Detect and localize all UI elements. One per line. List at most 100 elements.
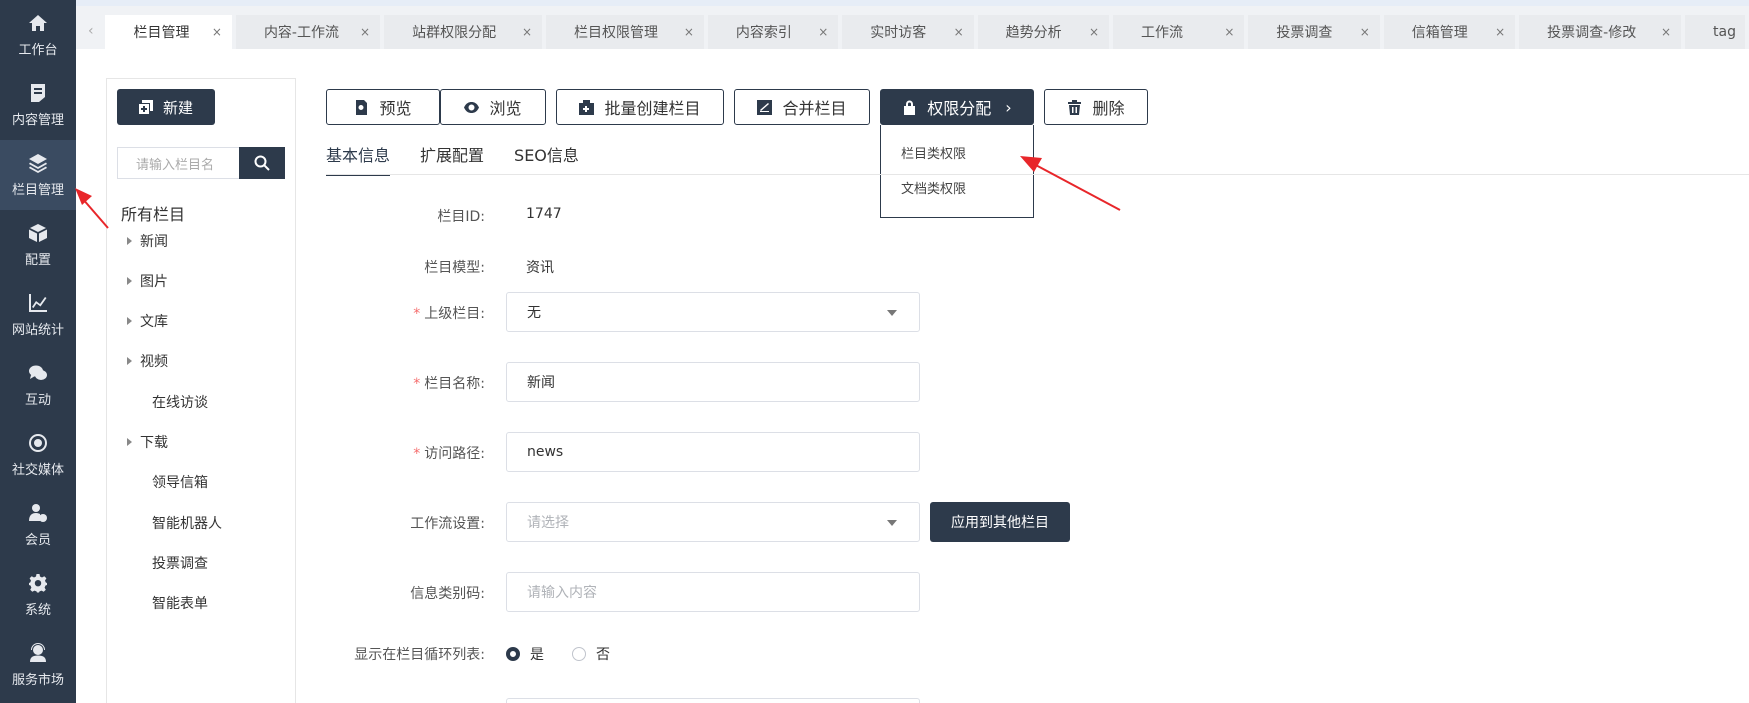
- permission-assign-button[interactable]: 权限分配 ›: [880, 89, 1034, 125]
- access-path-input[interactable]: news: [506, 432, 920, 472]
- nav-label: 内容管理: [11, 112, 64, 128]
- tab-label: 工作流: [1141, 25, 1184, 41]
- column-search-button[interactable]: [239, 147, 285, 179]
- home-icon: [29, 14, 47, 31]
- menu-item-column-permission[interactable]: 栏目类权限: [901, 143, 966, 162]
- radio-dot[interactable]: [506, 647, 520, 661]
- cube-icon: [29, 223, 47, 242]
- tree-node-label: 文库: [140, 314, 168, 330]
- tree-node-leader-mailbox[interactable]: 领导信箱: [152, 472, 208, 492]
- browse-button[interactable]: 浏览: [440, 89, 546, 125]
- tree-node-video[interactable]: 视频: [127, 351, 168, 371]
- close-icon[interactable]: ×: [360, 25, 370, 39]
- caret-right-icon[interactable]: [127, 317, 132, 325]
- document-icon: [31, 83, 45, 102]
- column-tree-panel: 新建 请输入栏目名 所有栏目 新闻 图片 文库 视频 在线访谈 下载 领导信箱 …: [106, 78, 296, 703]
- top-strip: [76, 0, 1749, 6]
- tab-site-permissions[interactable]: 站群权限分配 ×: [384, 15, 542, 49]
- tree-node-chatbot[interactable]: 智能机器人: [152, 513, 222, 533]
- nav-item-config[interactable]: 配置: [0, 210, 76, 280]
- tree-node-label: 投票调查: [152, 556, 208, 572]
- nav-label: 配置: [24, 252, 51, 268]
- close-icon[interactable]: ×: [1089, 25, 1099, 39]
- tree-node-images[interactable]: 图片: [127, 271, 168, 291]
- column-name-label: * 栏目名称:: [413, 373, 485, 393]
- tab-content-index[interactable]: 内容索引 ×: [707, 15, 839, 49]
- next-field-edge[interactable]: [506, 698, 920, 703]
- tab-workflow[interactable]: 工作流 ×: [1113, 15, 1245, 49]
- nav-item-statistics[interactable]: 网站统计: [0, 280, 76, 350]
- nav-item-columns[interactable]: 栏目管理: [0, 140, 76, 210]
- tab-basic-info[interactable]: 基本信息: [326, 142, 391, 176]
- close-icon[interactable]: ×: [1224, 25, 1234, 39]
- tab-vote-survey-edit[interactable]: 投票调查-修改 ×: [1519, 15, 1682, 49]
- tree-root-label[interactable]: 所有栏目: [121, 201, 185, 225]
- access-path-value: news: [527, 444, 564, 460]
- radio-dot[interactable]: [572, 647, 586, 661]
- form-tabs: 基本信息 扩展配置 SEO信息: [326, 142, 579, 176]
- tab-column-management[interactable]: 栏目管理 ×: [105, 15, 232, 49]
- tab-label: 站群权限分配: [412, 25, 497, 41]
- caret-right-icon[interactable]: [127, 237, 132, 245]
- workflow-placeholder: 请选择: [527, 515, 569, 531]
- close-icon[interactable]: ×: [818, 25, 828, 39]
- caret-right-icon[interactable]: [127, 438, 132, 446]
- tab-vote-survey[interactable]: 投票调查 ×: [1248, 15, 1380, 49]
- nav-item-social-media[interactable]: 社交媒体: [0, 420, 76, 490]
- merge-label: 合并栏目: [782, 99, 847, 118]
- tree-node-news[interactable]: 新闻: [127, 231, 168, 251]
- menu-item-document-permission[interactable]: 文档类权限: [901, 178, 966, 197]
- tree-node-download[interactable]: 下载: [127, 432, 168, 452]
- tree-node-vote-survey[interactable]: 投票调查: [152, 553, 208, 573]
- gear-icon: [29, 573, 47, 592]
- target-icon: [29, 433, 47, 452]
- nav-item-interaction[interactable]: 互动: [0, 350, 76, 420]
- tree-node-library[interactable]: 文库: [127, 311, 168, 331]
- tab-column-permissions[interactable]: 栏目权限管理 ×: [546, 15, 704, 49]
- tab-trend-analysis[interactable]: 趋势分析 ×: [977, 15, 1110, 49]
- preview-button[interactable]: 预览: [326, 89, 440, 125]
- access-path-label: * 访问路径:: [413, 443, 485, 463]
- merge-button[interactable]: 合并栏目: [734, 89, 870, 125]
- nav-item-system[interactable]: 系统: [0, 560, 76, 630]
- new-column-button[interactable]: 新建: [117, 89, 215, 125]
- caret-down-icon: [887, 520, 897, 526]
- close-icon[interactable]: ×: [1495, 25, 1505, 39]
- close-icon[interactable]: ×: [212, 25, 222, 39]
- close-icon[interactable]: ×: [1360, 25, 1370, 39]
- parent-column-select[interactable]: 无: [506, 292, 920, 332]
- tab-label: 栏目管理: [133, 25, 190, 41]
- close-icon[interactable]: ×: [954, 25, 964, 39]
- apply-to-other-columns-button[interactable]: 应用到其他栏目: [930, 502, 1070, 542]
- tab-mailbox-management[interactable]: 信箱管理 ×: [1383, 15, 1516, 49]
- caret-right-icon[interactable]: [127, 277, 132, 285]
- tab-extended-config[interactable]: 扩展配置: [420, 142, 484, 176]
- nav-label: 社交媒体: [11, 462, 64, 478]
- close-icon[interactable]: ×: [684, 25, 694, 39]
- tab-tag[interactable]: tag: [1685, 15, 1746, 49]
- nav-item-service-market[interactable]: 服务市场: [0, 630, 76, 700]
- radio-no[interactable]: 否: [572, 644, 610, 664]
- tab-realtime-visitors[interactable]: 实时访客 ×: [842, 15, 974, 49]
- close-icon[interactable]: ×: [1661, 25, 1671, 39]
- category-code-input[interactable]: 请输入内容: [506, 572, 920, 612]
- radio-yes[interactable]: 是: [506, 644, 544, 664]
- delete-button[interactable]: 删除: [1044, 89, 1148, 125]
- tab-content-workflow[interactable]: 内容-工作流 ×: [235, 15, 381, 49]
- nav-label: 系统: [24, 602, 51, 618]
- tree-node-smart-form[interactable]: 智能表单: [152, 593, 208, 613]
- workflow-select[interactable]: 请选择: [506, 502, 920, 542]
- column-name-input[interactable]: 新闻: [506, 362, 920, 402]
- caret-right-icon[interactable]: [127, 357, 132, 365]
- batch-create-button[interactable]: 批量创建栏目: [556, 89, 724, 125]
- close-icon[interactable]: ×: [522, 25, 532, 39]
- nav-item-content[interactable]: 内容管理: [0, 70, 76, 140]
- tab-seo-info[interactable]: SEO信息: [514, 142, 579, 176]
- tree-node-interview[interactable]: 在线访谈: [152, 392, 208, 412]
- column-search-input[interactable]: 请输入栏目名: [117, 147, 239, 179]
- tabs-scroll-left-button[interactable]: ‹: [76, 13, 105, 49]
- caret-down-icon: [887, 310, 897, 316]
- nav-item-workbench[interactable]: 工作台: [0, 0, 76, 70]
- nav-label: 网站统计: [11, 322, 64, 338]
- nav-item-members[interactable]: 会员: [0, 490, 76, 560]
